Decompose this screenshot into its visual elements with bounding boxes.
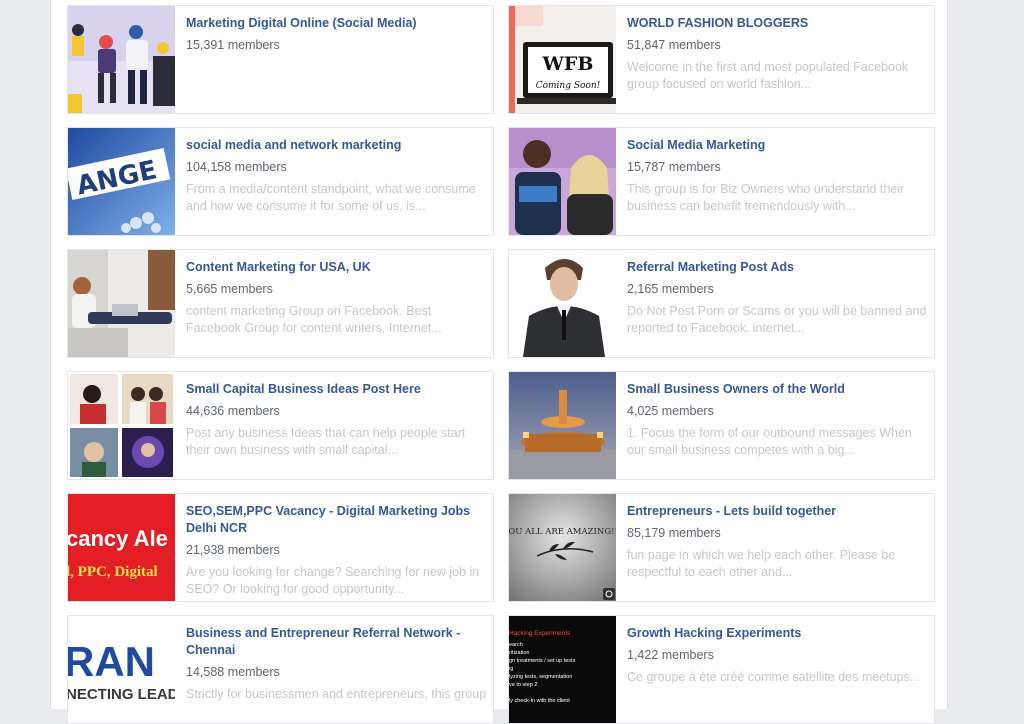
group-description: Are you looking for change? Searching fo… — [186, 565, 480, 596]
svg-text:earch: earch — [509, 642, 523, 648]
vacancy-banner-icon: cancy Ale l, PPC, Digital — [68, 494, 175, 601]
group-thumbnail[interactable] — [509, 250, 616, 357]
group-card[interactable]: Small Capital Business Ideas Post Here 4… — [67, 371, 494, 480]
svg-text:RAN: RAN — [68, 638, 155, 685]
group-info: Social Media Marketing 15,787 members Th… — [627, 137, 930, 215]
svg-text:lyzing tests, segmentation: lyzing tests, segmentation — [509, 674, 572, 680]
change-blocks-icon: ANGE — [68, 128, 175, 235]
group-card[interactable]: Marketing Digital Online (Social Media) … — [67, 5, 494, 114]
group-title-link[interactable]: Social Media Marketing — [627, 137, 930, 154]
group-card[interactable]: Content Marketing for USA, UK 5,665 memb… — [67, 249, 494, 358]
group-description: fun page in which we help each other. Pl… — [627, 548, 896, 579]
group-info: social media and network marketing 104,1… — [186, 137, 489, 215]
woman-laptop-photo-icon — [68, 250, 175, 357]
svg-text:YOU ALL ARE AMAZING!!!: YOU ALL ARE AMAZING!!! — [509, 527, 616, 537]
svg-text:Coming Soon!: Coming Soon! — [536, 81, 601, 91]
group-info: Growth Hacking Experiments 1,422 members… — [627, 625, 930, 686]
group-card[interactable]: RAN NECTING LEAD Business and Entreprene… — [67, 615, 494, 724]
group-thumbnail[interactable] — [68, 250, 175, 357]
member-count: 15,391 members — [186, 38, 280, 52]
member-count: 104,158 members — [186, 160, 287, 174]
group-thumbnail[interactable] — [509, 128, 616, 235]
group-thumbnail[interactable] — [68, 6, 175, 113]
svg-text:NECTING LEAD: NECTING LEAD — [68, 686, 175, 703]
svg-text:ly check-in with the client: ly check-in with the client — [509, 698, 570, 704]
group-title-link[interactable]: Small Business Owners of the World — [627, 381, 930, 398]
group-info: Marketing Digital Online (Social Media) … — [186, 15, 489, 59]
member-count: 15,787 members — [627, 160, 721, 174]
group-card[interactable]: WFB Coming Soon! WORLD FASHION BLOGGERS … — [508, 5, 935, 114]
group-thumbnail[interactable]: YOU ALL ARE AMAZING!!! — [509, 494, 616, 601]
experiment-list-icon: Hacking Experiments earch ritization gn … — [509, 616, 616, 723]
couple-photo-icon — [509, 128, 616, 235]
member-count: 85,179 members — [627, 526, 721, 540]
photo-collage-icon — [68, 372, 175, 479]
group-description: Post any business Ideas that can help pe… — [186, 426, 466, 457]
group-title-link[interactable]: Content Marketing for USA, UK — [186, 259, 489, 276]
brand-logo-icon: RAN NECTING LEAD — [68, 616, 175, 723]
member-count: 4,025 members — [627, 404, 714, 418]
fountain-photo-icon — [509, 372, 616, 479]
group-title-link[interactable]: Referral Marketing Post Ads — [627, 259, 930, 276]
group-list-page: Marketing Digital Online (Social Media) … — [50, 0, 948, 724]
member-count: 1,422 members — [627, 648, 714, 662]
group-info: Entrepreneurs - Lets build together 85,1… — [627, 503, 930, 581]
group-thumbnail[interactable]: Hacking Experiments earch ritization gn … — [509, 616, 616, 723]
svg-text:ve to step 2: ve to step 2 — [509, 682, 537, 688]
svg-text:l, PPC, Digital: l, PPC, Digital — [68, 564, 158, 580]
member-count: 14,588 members — [186, 665, 280, 679]
group-thumbnail[interactable]: WFB Coming Soon! — [509, 6, 616, 113]
group-info: WORLD FASHION BLOGGERS 51,847 members We… — [627, 15, 930, 93]
amazing-quote-icon: YOU ALL ARE AMAZING!!! — [509, 494, 616, 601]
group-title-link[interactable]: Growth Hacking Experiments — [627, 625, 930, 642]
people-illustration-icon — [68, 6, 175, 113]
group-title-link[interactable]: Marketing Digital Online (Social Media) — [186, 15, 489, 32]
group-description: content marketing Group on Facebook. Bes… — [186, 304, 442, 335]
group-description: From a media/content standpoint, what we… — [186, 182, 476, 213]
member-count: 51,847 members — [627, 38, 721, 52]
svg-text:cancy Ale: cancy Ale — [68, 526, 168, 551]
group-description: Ce groupe à été créé comme satellite des… — [627, 670, 921, 684]
group-thumbnail[interactable]: cancy Ale l, PPC, Digital — [68, 494, 175, 601]
member-count: 5,665 members — [186, 282, 273, 296]
svg-text:WFB: WFB — [542, 53, 594, 75]
group-title-link[interactable]: Business and Entrepreneur Referral Netwo… — [186, 625, 489, 659]
group-title-link[interactable]: Entrepreneurs - Lets build together — [627, 503, 930, 520]
svg-text:ritization: ritization — [509, 650, 529, 656]
group-info: Content Marketing for USA, UK 5,665 memb… — [186, 259, 489, 337]
group-info: SEO,SEM,PPC Vacancy - Digital Marketing … — [186, 503, 489, 598]
member-count: 21,938 members — [186, 543, 280, 557]
group-title-link[interactable]: SEO,SEM,PPC Vacancy - Digital Marketing … — [186, 503, 489, 537]
group-card[interactable]: Small Business Owners of the World 4,025… — [508, 371, 935, 480]
svg-text:gn treatments / set up tests: gn treatments / set up tests — [509, 658, 576, 664]
group-card[interactable]: cancy Ale l, PPC, Digital SEO,SEM,PPC Va… — [67, 493, 494, 602]
svg-text:ig: ig — [509, 666, 513, 672]
group-info: Small Business Owners of the World 4,025… — [627, 381, 930, 459]
group-thumbnail[interactable] — [68, 372, 175, 479]
man-suit-photo-icon — [509, 250, 616, 357]
group-info: Business and Entrepreneur Referral Netwo… — [186, 625, 489, 703]
group-description: Do Not Post Porn or Scams or you will be… — [627, 304, 927, 335]
group-info: Referral Marketing Post Ads 2,165 member… — [627, 259, 930, 337]
group-thumbnail[interactable]: ANGE — [68, 128, 175, 235]
group-card[interactable]: Social Media Marketing 15,787 members Th… — [508, 127, 935, 236]
member-count: 44,636 members — [186, 404, 280, 418]
group-description: 1. Focus the form of our outbound messag… — [627, 426, 912, 457]
group-card[interactable]: Referral Marketing Post Ads 2,165 member… — [508, 249, 935, 358]
group-description: This group is for Biz Owners who underst… — [627, 182, 905, 213]
group-card[interactable]: Hacking Experiments earch ritization gn … — [508, 615, 935, 724]
svg-text:Hacking Experiments: Hacking Experiments — [509, 630, 571, 637]
group-card[interactable]: ANGE social media and network marketing … — [67, 127, 494, 236]
group-title-link[interactable]: social media and network marketing — [186, 137, 489, 154]
laptop-logo-icon: WFB Coming Soon! — [509, 6, 616, 113]
group-info: Small Capital Business Ideas Post Here 4… — [186, 381, 489, 459]
group-title-link[interactable]: Small Capital Business Ideas Post Here — [186, 381, 489, 398]
group-card[interactable]: YOU ALL ARE AMAZING!!! Entrepreneurs - L… — [508, 493, 935, 602]
group-description: Welcome in the first and most populated … — [627, 60, 909, 91]
group-thumbnail[interactable]: RAN NECTING LEAD — [68, 616, 175, 723]
member-count: 2,165 members — [627, 282, 714, 296]
group-thumbnail[interactable] — [509, 372, 616, 479]
group-title-link[interactable]: WORLD FASHION BLOGGERS — [627, 15, 930, 32]
group-description: Strictly for businessmen and entrepreneu… — [186, 687, 487, 701]
